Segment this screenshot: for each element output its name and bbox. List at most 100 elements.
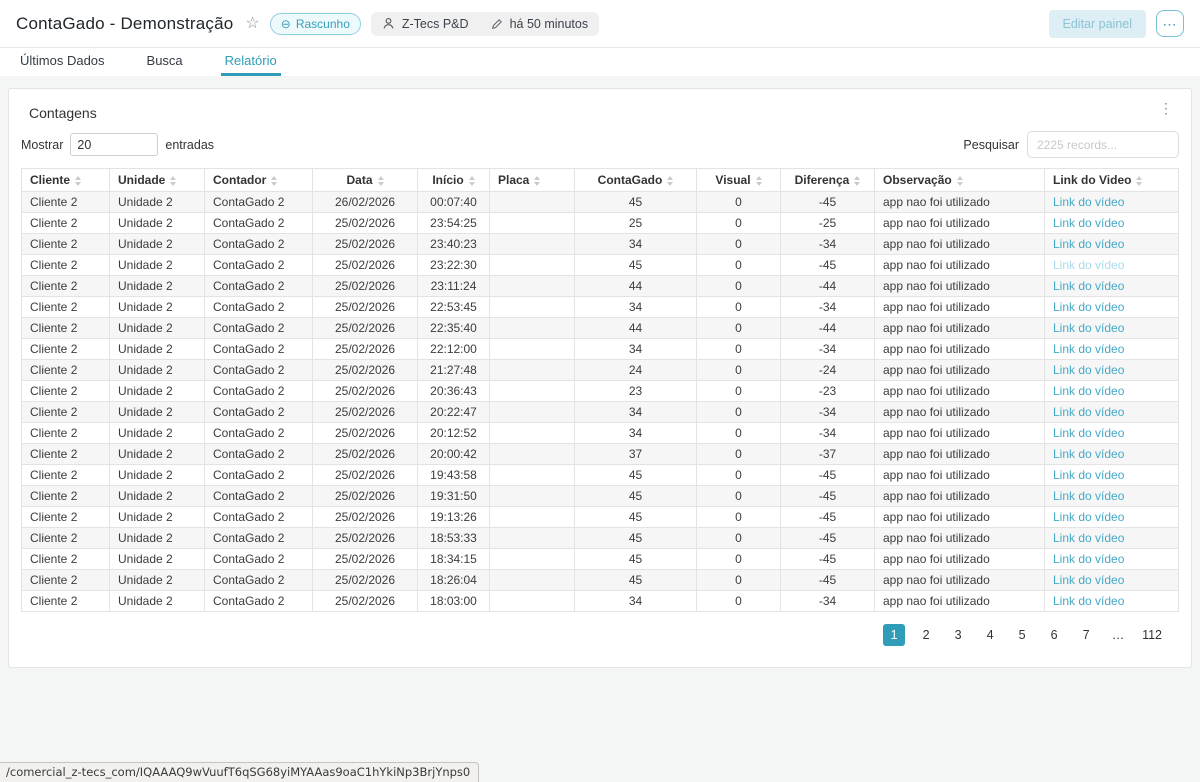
- column-header-diferenca[interactable]: Diferença: [781, 169, 875, 192]
- tab-busca[interactable]: Busca: [143, 48, 187, 76]
- table-row: Cliente 2Unidade 2ContaGado 225/02/20261…: [22, 591, 1179, 612]
- pagination-page-6[interactable]: 6: [1043, 624, 1065, 646]
- workspace-chip[interactable]: Z-Tecs P&D há 50 minutos: [371, 12, 599, 36]
- column-header-observacao[interactable]: Observação: [875, 169, 1045, 192]
- dashboard-header: ContaGado - Demonstração ☆ ⊖ Rascunho Z-…: [0, 0, 1200, 76]
- ellipsis-icon: ⋯: [1163, 17, 1178, 31]
- video-link[interactable]: Link do vídeo: [1053, 468, 1124, 482]
- entries-count-input[interactable]: [70, 133, 158, 156]
- table-row: Cliente 2Unidade 2ContaGado 225/02/20261…: [22, 570, 1179, 591]
- video-link[interactable]: Link do vídeo: [1053, 594, 1124, 608]
- column-header-inicio[interactable]: Início: [418, 169, 490, 192]
- person-icon: [382, 17, 395, 30]
- pagination-page-5[interactable]: 5: [1011, 624, 1033, 646]
- pagination-page-1[interactable]: 1: [883, 624, 905, 646]
- sort-icon: [75, 176, 81, 186]
- tab-relatório[interactable]: Relatório: [221, 48, 281, 76]
- page-title: ContaGado - Demonstração: [16, 14, 233, 34]
- column-header-visual[interactable]: Visual: [697, 169, 781, 192]
- pagination-page-2[interactable]: 2: [915, 624, 937, 646]
- edit-panel-button[interactable]: Editar painel: [1049, 10, 1147, 38]
- sort-icon: [170, 176, 176, 186]
- more-options-button[interactable]: ⋯: [1156, 10, 1184, 37]
- video-link[interactable]: Link do vídeo: [1053, 300, 1124, 314]
- table-row: Cliente 2Unidade 2ContaGado 225/02/20262…: [22, 339, 1179, 360]
- video-link[interactable]: Link do vídeo: [1053, 237, 1124, 251]
- panel-title: Contagens: [21, 101, 97, 121]
- draft-badge-label: Rascunho: [296, 17, 350, 31]
- video-link[interactable]: Link do vídeo: [1053, 426, 1124, 440]
- pagination-page-7[interactable]: 7: [1075, 624, 1097, 646]
- column-header-contador[interactable]: Contador: [205, 169, 313, 192]
- pencil-icon: [491, 18, 503, 30]
- video-link[interactable]: Link do vídeo: [1053, 510, 1124, 524]
- sort-icon: [469, 176, 475, 186]
- video-link[interactable]: Link do vídeo: [1053, 573, 1124, 587]
- page-body: Contagens ⋮ Mostrar entradas Pesquisar: [0, 76, 1200, 782]
- video-link[interactable]: Link do vídeo: [1053, 342, 1124, 356]
- video-link[interactable]: Link do vídeo: [1053, 405, 1124, 419]
- table-row: Cliente 2Unidade 2ContaGado 225/02/20262…: [22, 402, 1179, 423]
- sort-icon: [534, 176, 540, 186]
- video-link[interactable]: Link do vídeo: [1053, 384, 1124, 398]
- sort-icon: [378, 176, 384, 186]
- column-header-data[interactable]: Data: [313, 169, 418, 192]
- table-row: Cliente 2Unidade 2ContaGado 225/02/20261…: [22, 528, 1179, 549]
- search-label: Pesquisar: [963, 138, 1019, 152]
- contagens-table: Cliente Unidade Contador Data Início Pla…: [21, 168, 1179, 612]
- column-header-contagado[interactable]: ContaGado: [575, 169, 697, 192]
- search-input[interactable]: [1027, 131, 1179, 158]
- column-header-placa[interactable]: Placa: [490, 169, 575, 192]
- table-header-row: Cliente Unidade Contador Data Início Pla…: [22, 169, 1179, 192]
- table-row: Cliente 2Unidade 2ContaGado 225/02/20262…: [22, 297, 1179, 318]
- table-row: Cliente 2Unidade 2ContaGado 225/02/20261…: [22, 486, 1179, 507]
- table-row: Cliente 2Unidade 2ContaGado 225/02/20262…: [22, 381, 1179, 402]
- contagens-panel: Contagens ⋮ Mostrar entradas Pesquisar: [8, 88, 1192, 668]
- table-row: Cliente 2Unidade 2ContaGado 225/02/20261…: [22, 465, 1179, 486]
- column-header-link-do-video[interactable]: Link do Video: [1045, 169, 1179, 192]
- column-header-unidade[interactable]: Unidade: [110, 169, 205, 192]
- table-row: Cliente 2Unidade 2ContaGado 225/02/20262…: [22, 360, 1179, 381]
- table-row: Cliente 2Unidade 2ContaGado 225/02/20262…: [22, 276, 1179, 297]
- video-link[interactable]: Link do vídeo: [1053, 531, 1124, 545]
- table-body: Cliente 2Unidade 2ContaGado 226/02/20260…: [22, 192, 1179, 612]
- pagination-page-4[interactable]: 4: [979, 624, 1001, 646]
- tab-últimos-dados[interactable]: Últimos Dados: [16, 48, 109, 76]
- panel-menu-kebab-icon[interactable]: ⋮: [1153, 101, 1179, 115]
- pagination-ellipsis: …: [1107, 624, 1129, 646]
- entries-suffix-label: entradas: [165, 138, 214, 152]
- video-link[interactable]: Link do vídeo: [1053, 552, 1124, 566]
- video-link[interactable]: Link do vídeo: [1053, 279, 1124, 293]
- draft-badge[interactable]: ⊖ Rascunho: [270, 13, 361, 35]
- pagination-page-3[interactable]: 3: [947, 624, 969, 646]
- pagination: 1234567 … 112: [21, 624, 1179, 646]
- title-row: ContaGado - Demonstração ☆ ⊖ Rascunho Z-…: [0, 0, 1200, 48]
- tab-bar: Últimos Dados Busca Relatório: [0, 48, 1200, 76]
- entries-selector: Mostrar entradas: [21, 133, 214, 156]
- video-link[interactable]: Link do vídeo: [1053, 321, 1124, 335]
- table-controls: Mostrar entradas Pesquisar: [21, 131, 1179, 158]
- workspace-label: Z-Tecs P&D: [402, 17, 469, 31]
- video-link[interactable]: Link do vídeo: [1053, 489, 1124, 503]
- video-link[interactable]: Link do vídeo: [1053, 216, 1124, 230]
- video-link[interactable]: Link do vídeo: [1053, 258, 1124, 272]
- pagination-page-112[interactable]: 112: [1139, 624, 1165, 646]
- column-header-cliente[interactable]: Cliente: [22, 169, 110, 192]
- link-preview-statusbar: /comercial_z-tecs_com/IQAAAQ9wVuufT6qSG6…: [0, 762, 479, 782]
- panel-header: Contagens ⋮: [21, 101, 1179, 121]
- sort-icon: [667, 176, 673, 186]
- video-link[interactable]: Link do vídeo: [1053, 195, 1124, 209]
- table-row: Cliente 2Unidade 2ContaGado 225/02/20262…: [22, 444, 1179, 465]
- video-link[interactable]: Link do vídeo: [1053, 363, 1124, 377]
- table-row: Cliente 2Unidade 2ContaGado 225/02/20262…: [22, 318, 1179, 339]
- favorite-star-icon[interactable]: ☆: [245, 16, 259, 32]
- table-row: Cliente 2Unidade 2ContaGado 226/02/20260…: [22, 192, 1179, 213]
- table-row: Cliente 2Unidade 2ContaGado 225/02/20262…: [22, 423, 1179, 444]
- table-row: Cliente 2Unidade 2ContaGado 225/02/20262…: [22, 255, 1179, 276]
- search-group: Pesquisar: [963, 131, 1179, 158]
- sort-icon: [271, 176, 277, 186]
- entries-prefix-label: Mostrar: [21, 138, 63, 152]
- sort-icon: [1136, 176, 1142, 186]
- sort-icon: [957, 176, 963, 186]
- video-link[interactable]: Link do vídeo: [1053, 447, 1124, 461]
